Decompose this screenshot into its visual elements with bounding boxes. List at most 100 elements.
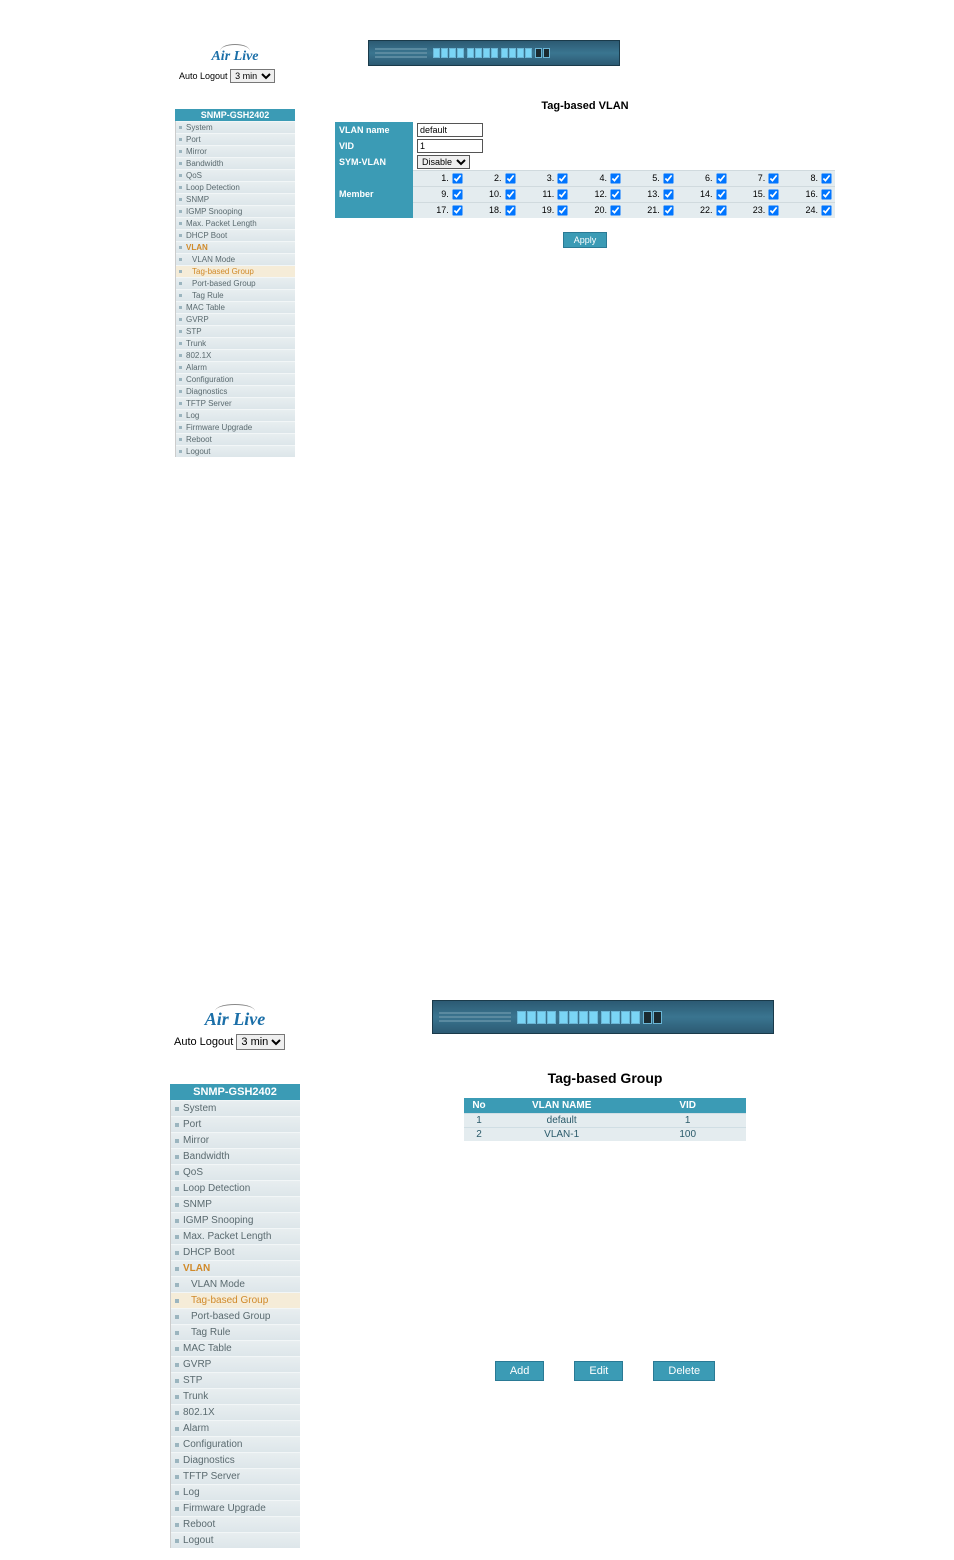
nav-alarm[interactable]: Alarm: [171, 1420, 300, 1436]
member-port-12: 12.: [571, 186, 624, 202]
nav-gvrp[interactable]: GVRP: [176, 313, 295, 325]
col-vlan-name: VLAN NAME: [494, 1098, 630, 1114]
nav-port[interactable]: Port: [171, 1116, 300, 1132]
port-checkbox-2[interactable]: [505, 173, 515, 183]
nav-diagnostics[interactable]: Diagnostics: [176, 385, 295, 397]
nav-snmp[interactable]: SNMP: [176, 193, 295, 205]
nav-vlan-section[interactable]: VLAN: [176, 241, 295, 253]
nav-gvrp[interactable]: GVRP: [171, 1356, 300, 1372]
nav-dhcp-boot[interactable]: DHCP Boot: [171, 1244, 300, 1260]
port-checkbox-8[interactable]: [821, 173, 831, 183]
nav-logout[interactable]: Logout: [176, 445, 295, 457]
logo-area: Air Live: [170, 1000, 300, 1032]
auto-logout-select[interactable]: 3 min: [236, 1034, 285, 1050]
port-checkbox-14[interactable]: [716, 189, 726, 199]
nav-reboot[interactable]: Reboot: [171, 1516, 300, 1532]
nav-port[interactable]: Port: [176, 133, 295, 145]
nav-tftp-server[interactable]: TFTP Server: [171, 1468, 300, 1484]
port-checkbox-21[interactable]: [663, 205, 673, 215]
port-checkbox-4[interactable]: [610, 173, 620, 183]
nav-tag-based-group[interactable]: Tag-based Group: [176, 265, 295, 277]
cell-no: 2: [464, 1128, 493, 1142]
nav-mirror[interactable]: Mirror: [176, 145, 295, 157]
nav-log[interactable]: Log: [171, 1484, 300, 1500]
nav-mirror[interactable]: Mirror: [171, 1132, 300, 1148]
port-checkbox-3[interactable]: [558, 173, 568, 183]
nav-logout[interactable]: Logout: [171, 1532, 300, 1548]
nav-log[interactable]: Log: [176, 409, 295, 421]
port-checkbox-23[interactable]: [769, 205, 779, 215]
add-button[interactable]: Add: [495, 1361, 545, 1381]
input-vid[interactable]: [417, 139, 483, 153]
nav-configuration[interactable]: Configuration: [176, 373, 295, 385]
port-checkbox-7[interactable]: [769, 173, 779, 183]
port-checkbox-18[interactable]: [505, 205, 515, 215]
member-port-8: 8.: [782, 170, 835, 186]
port-label: 11.: [542, 189, 554, 199]
port-checkbox-12[interactable]: [610, 189, 620, 199]
nav-stp[interactable]: STP: [176, 325, 295, 337]
port-checkbox-13[interactable]: [663, 189, 673, 199]
nav-diagnostics[interactable]: Diagnostics: [171, 1452, 300, 1468]
nav-max-packet-length[interactable]: Max. Packet Length: [171, 1228, 300, 1244]
nav-tag-rule[interactable]: Tag Rule: [176, 289, 295, 301]
port-checkbox-11[interactable]: [558, 189, 568, 199]
nav-configuration[interactable]: Configuration: [171, 1436, 300, 1452]
nav-firmware-upgrade[interactable]: Firmware Upgrade: [176, 421, 295, 433]
nav-igmp-snooping[interactable]: IGMP Snooping: [176, 205, 295, 217]
auto-logout-select[interactable]: 3 min: [230, 69, 275, 83]
nav-vlan-section[interactable]: VLAN: [171, 1260, 300, 1276]
port-checkbox-6[interactable]: [716, 173, 726, 183]
port-label: 13.: [647, 189, 660, 199]
port-checkbox-1[interactable]: [452, 173, 462, 183]
nav-bandwidth[interactable]: Bandwidth: [176, 157, 295, 169]
edit-button[interactable]: Edit: [574, 1361, 623, 1381]
nav-tag-rule[interactable]: Tag Rule: [171, 1324, 300, 1340]
port-checkbox-15[interactable]: [769, 189, 779, 199]
port-checkbox-22[interactable]: [716, 205, 726, 215]
table-row[interactable]: 1 default 1: [464, 1114, 745, 1128]
nav-8021x[interactable]: 802.1X: [171, 1404, 300, 1420]
nav-reboot[interactable]: Reboot: [176, 433, 295, 445]
port-label: 6.: [705, 173, 713, 183]
nav-tftp-server[interactable]: TFTP Server: [176, 397, 295, 409]
table-row[interactable]: 2 VLAN-1 100: [464, 1128, 745, 1142]
port-checkbox-5[interactable]: [663, 173, 673, 183]
nav-qos[interactable]: QoS: [176, 169, 295, 181]
port-checkbox-20[interactable]: [610, 205, 620, 215]
port-checkbox-19[interactable]: [558, 205, 568, 215]
nav-mac-table[interactable]: MAC Table: [176, 301, 295, 313]
port-label: 1.: [441, 173, 449, 183]
nav-loop-detection[interactable]: Loop Detection: [176, 181, 295, 193]
nav-qos[interactable]: QoS: [171, 1164, 300, 1180]
nav-port-based-group[interactable]: Port-based Group: [176, 277, 295, 289]
port-checkbox-16[interactable]: [821, 189, 831, 199]
input-vlan-name[interactable]: [417, 123, 483, 137]
nav-stp[interactable]: STP: [171, 1372, 300, 1388]
nav-max-packet-length[interactable]: Max. Packet Length: [176, 217, 295, 229]
apply-button[interactable]: Apply: [563, 232, 608, 248]
nav-igmp-snooping[interactable]: IGMP Snooping: [171, 1212, 300, 1228]
port-checkbox-17[interactable]: [452, 205, 462, 215]
nav-vlan-mode[interactable]: VLAN Mode: [176, 253, 295, 265]
nav-firmware-upgrade[interactable]: Firmware Upgrade: [171, 1500, 300, 1516]
port-checkbox-10[interactable]: [505, 189, 515, 199]
nav-trunk[interactable]: Trunk: [176, 337, 295, 349]
nav-bandwidth[interactable]: Bandwidth: [171, 1148, 300, 1164]
nav-mac-table[interactable]: MAC Table: [171, 1340, 300, 1356]
nav-loop-detection[interactable]: Loop Detection: [171, 1180, 300, 1196]
nav-port-based-group[interactable]: Port-based Group: [171, 1308, 300, 1324]
port-checkbox-24[interactable]: [821, 205, 831, 215]
nav-8021x[interactable]: 802.1X: [176, 349, 295, 361]
nav-trunk[interactable]: Trunk: [171, 1388, 300, 1404]
nav-alarm[interactable]: Alarm: [176, 361, 295, 373]
select-sym-vlan[interactable]: Disable: [417, 155, 470, 169]
nav-dhcp-boot[interactable]: DHCP Boot: [176, 229, 295, 241]
nav-system[interactable]: System: [176, 121, 295, 133]
port-checkbox-9[interactable]: [452, 189, 462, 199]
nav-system[interactable]: System: [171, 1100, 300, 1116]
nav-vlan-mode[interactable]: VLAN Mode: [171, 1276, 300, 1292]
nav-snmp[interactable]: SNMP: [171, 1196, 300, 1212]
delete-button[interactable]: Delete: [653, 1361, 715, 1381]
nav-tag-based-group[interactable]: Tag-based Group: [171, 1292, 300, 1308]
